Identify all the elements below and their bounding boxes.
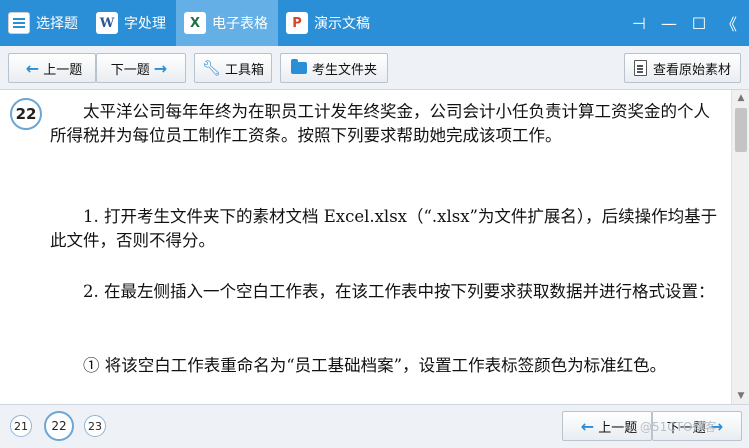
question-paragraph: 1. 打开考生文件夹下的素材文档 Excel.xlsx（“.xlsx”为文件扩展… bbox=[50, 207, 718, 250]
excel-icon: X bbox=[184, 12, 206, 34]
question-paragraph: 太平洋公司每年年终为在职员工计发年终奖金，公司会计小任负责计算工资奖金的个人所得… bbox=[50, 102, 710, 145]
arrow-left-icon: ← bbox=[580, 416, 595, 436]
window-controls: ⊣ — ☐ 《 bbox=[631, 0, 749, 46]
next-question-button[interactable]: 下一题 → bbox=[96, 53, 186, 83]
tab-ppt[interactable]: P 演示文稿 bbox=[278, 0, 380, 46]
prev-question-label: 上一题 bbox=[43, 62, 83, 78]
toolbox-label: 工具箱 bbox=[225, 62, 265, 78]
tab-word-label: 字处理 bbox=[124, 16, 166, 32]
arrow-right-icon: → bbox=[153, 58, 168, 78]
toolbox-button[interactable]: 🔧︎ 工具箱 bbox=[194, 53, 272, 83]
question-content: 22 太平洋公司每年年终为在职员工计发年终奖金，公司会计小任负责计算工资奖金的个… bbox=[0, 90, 731, 404]
tab-ppt-label: 演示文稿 bbox=[314, 16, 370, 32]
scroll-up-icon[interactable]: ▲ bbox=[732, 90, 749, 106]
folder-icon bbox=[290, 59, 307, 74]
arrow-left-icon: ← bbox=[25, 58, 40, 78]
tab-choice[interactable]: 选择题 bbox=[0, 0, 88, 46]
question-nav-23[interactable]: 23 bbox=[84, 415, 106, 437]
ppt-icon: P bbox=[286, 12, 308, 34]
bottom-prev-label: 上一题 bbox=[598, 420, 638, 436]
pin-icon[interactable]: ⊣ bbox=[631, 14, 647, 33]
tab-excel[interactable]: X 电子表格 bbox=[176, 0, 278, 46]
list-icon bbox=[8, 12, 30, 34]
student-folder-button[interactable]: 考生文件夹 bbox=[280, 53, 388, 83]
word-icon: W bbox=[96, 12, 118, 34]
bottom-nav-bar: 21 22 23 ← 上一题 下一题 → bbox=[0, 404, 749, 448]
tab-word[interactable]: W 字处理 bbox=[88, 0, 176, 46]
scrollbar-thumb[interactable] bbox=[735, 108, 747, 152]
minimize-icon[interactable]: — bbox=[661, 14, 677, 33]
maximize-icon[interactable]: ☐ bbox=[691, 14, 707, 33]
tab-choice-label: 选择题 bbox=[36, 16, 78, 32]
question-nav-21[interactable]: 21 bbox=[10, 415, 32, 437]
view-original-label: 查看原始素材 bbox=[652, 62, 731, 78]
bottom-prev-button[interactable]: ← 上一题 bbox=[562, 411, 652, 441]
title-bar: 选择题 W 字处理 X 电子表格 P 演示文稿 ⊣ — ☐ 《 bbox=[0, 0, 749, 46]
question-paragraph: ① 将该空白工作表重命名为“员工基础档案”，设置工作表标签颜色为标准红色。 bbox=[83, 356, 667, 375]
prev-question-button[interactable]: ← 上一题 bbox=[8, 53, 96, 83]
scroll-down-icon[interactable]: ▼ bbox=[732, 388, 749, 404]
watermark-text: @51CTO博客 bbox=[640, 420, 717, 434]
toolbar: ← 上一题 下一题 → 🔧︎ 工具箱 考生文件夹 查看原始素材 bbox=[0, 46, 749, 90]
student-folder-label: 考生文件夹 bbox=[311, 62, 377, 78]
next-question-label: 下一题 bbox=[110, 62, 150, 78]
collapse-icon[interactable]: 《 bbox=[721, 11, 737, 35]
vertical-scrollbar[interactable]: ▲ ▼ bbox=[731, 90, 749, 404]
question-paragraph: 2. 在最左侧插入一个空白工作表，在该工作表中按下列要求获取数据并进行格式设置： bbox=[83, 282, 715, 301]
document-icon bbox=[633, 60, 647, 76]
tab-excel-label: 电子表格 bbox=[212, 16, 268, 32]
wrench-icon: 🔧︎ bbox=[201, 59, 222, 77]
question-number-badge: 22 bbox=[10, 98, 42, 130]
question-nav-22[interactable]: 22 bbox=[44, 411, 74, 441]
view-original-button[interactable]: 查看原始素材 bbox=[624, 53, 741, 83]
